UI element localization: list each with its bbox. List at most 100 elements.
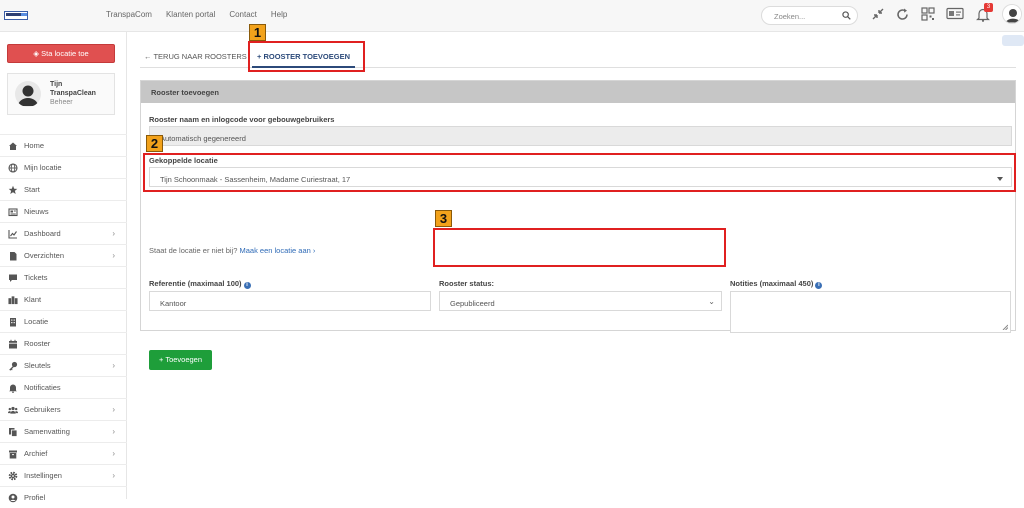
archive-icon bbox=[8, 449, 18, 459]
info-icon[interactable]: i bbox=[243, 282, 251, 289]
sidebar-item-label: Gebruikers bbox=[24, 405, 61, 414]
create-location-link[interactable]: Maak een locatie aan › bbox=[239, 246, 315, 255]
globe-icon bbox=[8, 162, 18, 173]
name-value: Automatisch gegenereerd bbox=[160, 134, 246, 143]
sidebar-item-label: Sleutels bbox=[24, 361, 51, 370]
notification-badge: 3 bbox=[984, 3, 993, 12]
notes-textarea[interactable] bbox=[730, 291, 1011, 333]
news-icon bbox=[8, 207, 18, 217]
status-value: Gepubliceerd bbox=[450, 299, 495, 308]
sidebar-item-nieuws[interactable]: Nieuws bbox=[0, 200, 127, 222]
sidebar-item-dashboard[interactable]: Dashboard › bbox=[0, 222, 127, 244]
resize-handle-icon[interactable] bbox=[1002, 324, 1008, 330]
reference-input[interactable]: Kantoor bbox=[149, 291, 431, 311]
sidebar-item-rooster[interactable]: Rooster bbox=[0, 332, 127, 354]
chart-icon bbox=[8, 229, 18, 239]
users-icon bbox=[8, 405, 18, 415]
comment-icon bbox=[8, 273, 18, 283]
location-arrow-icon: ◈ bbox=[33, 49, 40, 58]
sidebar-item-label: Start bbox=[24, 185, 40, 194]
top-nav: TranspaCom Klanten portal Contact Help bbox=[106, 10, 287, 19]
gear-icon bbox=[8, 471, 18, 481]
chevron-down-icon: ⌄ bbox=[708, 297, 715, 306]
search-input[interactable]: Zoeken... bbox=[761, 6, 858, 25]
sidebar-item-home[interactable]: Home bbox=[0, 134, 127, 156]
nav-help[interactable]: Help bbox=[271, 10, 287, 19]
sidebar-item-label: Notificaties bbox=[24, 383, 61, 392]
chevron-right-icon: › bbox=[112, 405, 115, 414]
sidebar-item-label: Dashboard bbox=[24, 229, 61, 238]
copy-icon bbox=[8, 427, 18, 437]
step-badge-2: 2 bbox=[146, 135, 163, 152]
chevron-right-icon: › bbox=[112, 471, 115, 480]
sidebar-item-gebruikers[interactable]: Gebruikers › bbox=[0, 398, 127, 420]
app-logo[interactable] bbox=[4, 11, 28, 20]
sidebar-item-locatie[interactable]: Locatie bbox=[0, 310, 127, 332]
sidebar-item-klant[interactable]: Klant bbox=[0, 288, 127, 310]
sidebar-item-archief[interactable]: Archief › bbox=[0, 442, 127, 464]
sidebar-item-label: Samenvatting bbox=[24, 427, 70, 436]
location-help: Staat de locatie er niet bij? Maak een l… bbox=[149, 246, 315, 255]
floating-chat-button[interactable] bbox=[1002, 35, 1024, 46]
chevron-right-icon: › bbox=[112, 251, 115, 260]
sidebar-item-overzichten[interactable]: Overzichten › bbox=[0, 244, 127, 266]
sidebar-item-instellingen[interactable]: Instellingen › bbox=[0, 464, 127, 486]
user-card[interactable]: Tijn TranspaClean Beheer bbox=[7, 73, 115, 115]
search-placeholder: Zoeken... bbox=[774, 12, 806, 21]
back-to-roosters-link[interactable]: ← TERUG NAAR ROOSTERS bbox=[144, 52, 247, 61]
highlight-box-1 bbox=[248, 41, 365, 72]
sidebar-item-label: Tickets bbox=[24, 273, 48, 282]
status-select[interactable]: Gepubliceerd ⌄ bbox=[439, 291, 722, 311]
refresh-icon[interactable] bbox=[895, 7, 910, 24]
nav-transpacom[interactable]: TranspaCom bbox=[106, 10, 152, 19]
reference-label: Referentie (maximaal 100) i bbox=[149, 279, 251, 289]
info-icon[interactable]: i bbox=[815, 282, 823, 289]
home-icon bbox=[8, 141, 18, 151]
sidebar-item-label: Mijn locatie bbox=[24, 163, 62, 172]
user-company: TranspaClean bbox=[50, 90, 96, 97]
sidebar-item-sleutels[interactable]: Sleutels › bbox=[0, 354, 127, 376]
building-icon bbox=[8, 295, 18, 305]
nav-contact[interactable]: Contact bbox=[229, 10, 257, 19]
sidebar: ◈ Sta locatie toe Tijn TranspaClean Behe… bbox=[0, 32, 127, 502]
calendar-icon bbox=[8, 339, 18, 349]
file-icon bbox=[8, 251, 18, 261]
sidebar-item-samenvatting[interactable]: Samenvatting › bbox=[0, 420, 127, 442]
nav-klanten-portal[interactable]: Klanten portal bbox=[166, 10, 215, 19]
chevron-right-icon: › bbox=[112, 427, 115, 436]
reference-label-text: Referentie (maximaal 100) bbox=[149, 279, 242, 288]
key-icon bbox=[8, 361, 18, 371]
user-first-name: Tijn bbox=[50, 81, 63, 88]
user-icon bbox=[8, 493, 18, 503]
star-icon bbox=[8, 185, 18, 195]
sidebar-item-mijn-locatie[interactable]: Mijn locatie bbox=[0, 156, 127, 178]
user-role: Beheer bbox=[50, 99, 73, 106]
notes-label-text: Notities (maximaal 450) bbox=[730, 279, 814, 288]
id-card-icon[interactable] bbox=[946, 7, 964, 22]
step-badge-3: 3 bbox=[435, 210, 452, 227]
bell-icon bbox=[8, 383, 18, 393]
step-badge-1: 1 bbox=[249, 24, 266, 41]
allow-location-button[interactable]: ◈ Sta locatie toe bbox=[7, 44, 115, 63]
top-bar: TranspaCom Klanten portal Contact Help Z… bbox=[0, 0, 1024, 32]
highlight-box-3 bbox=[433, 228, 726, 267]
allow-location-label: Sta locatie toe bbox=[41, 49, 89, 58]
sidebar-item-label: Rooster bbox=[24, 339, 51, 348]
sidebar-item-label: Nieuws bbox=[24, 207, 49, 216]
sidebar-item-label: Klant bbox=[24, 295, 42, 304]
collapse-icon[interactable] bbox=[871, 7, 885, 23]
sidebar-item-start[interactable]: Start bbox=[0, 178, 127, 200]
card-title: Rooster toevoegen bbox=[151, 88, 219, 97]
add-button[interactable]: + Toevoegen bbox=[149, 350, 212, 370]
qr-code-icon[interactable] bbox=[921, 7, 935, 23]
form-card: Rooster toevoegen Rooster naam en inlogc… bbox=[140, 80, 1016, 370]
search-icon[interactable] bbox=[842, 11, 851, 22]
user-avatar-icon[interactable] bbox=[1002, 4, 1022, 24]
sidebar-item-profiel[interactable]: Profiel bbox=[0, 486, 127, 508]
sidebar-menu: Home Mijn locatie Start Nieuws Dashboard… bbox=[0, 134, 127, 508]
chevron-right-icon: › bbox=[112, 361, 115, 370]
sidebar-item-notificaties[interactable]: Notificaties bbox=[0, 376, 127, 398]
location-help-text: Staat de locatie er niet bij? bbox=[149, 246, 238, 255]
sidebar-item-label: Instellingen bbox=[24, 471, 62, 480]
sidebar-item-tickets[interactable]: Tickets bbox=[0, 266, 127, 288]
